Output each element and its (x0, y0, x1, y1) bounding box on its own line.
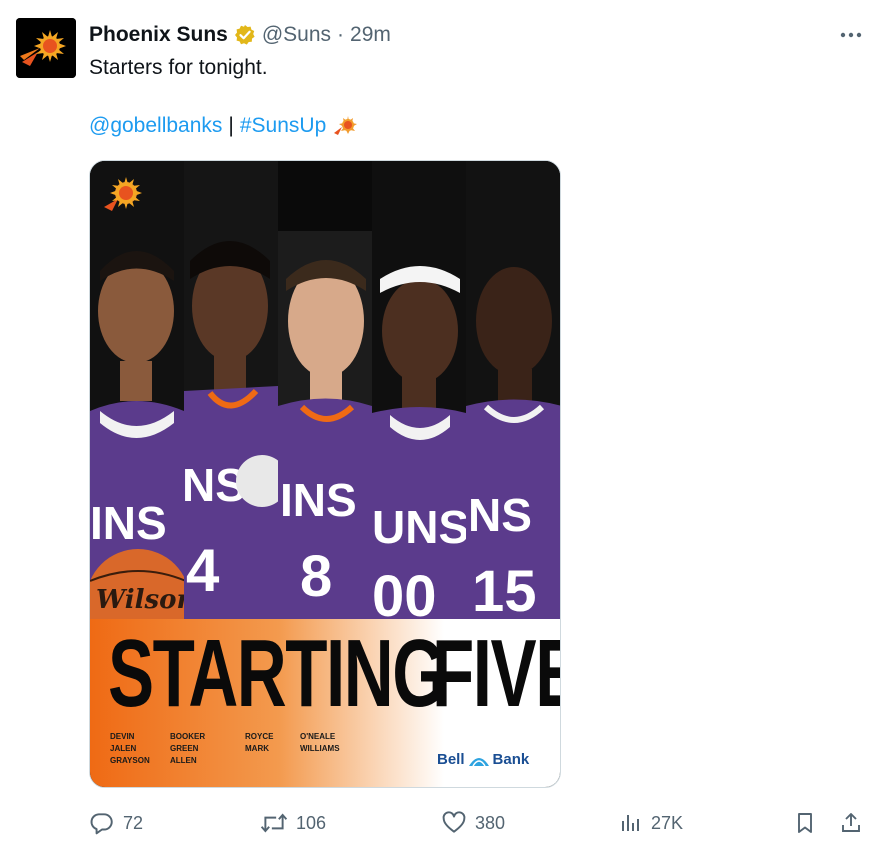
author-name[interactable]: Phoenix Suns (89, 23, 228, 47)
verified-badge-icon[interactable] (234, 24, 256, 46)
tweet-image[interactable]: INS Wilson NS 4 INS 8 UNS 00 NS 15 START… (89, 160, 561, 788)
repost-count: 106 (296, 812, 327, 833)
bell-bank-icon (468, 757, 489, 766)
tweet-header: Phoenix Suns @Suns · 29m (89, 20, 391, 50)
player-strip-4: UNS 00 (372, 161, 469, 619)
ball-brand-text: Wilson (96, 585, 195, 615)
name-line: MARK (245, 744, 269, 753)
views-icon (622, 815, 639, 831)
share-icon (842, 813, 860, 832)
hashtag-link[interactable]: #SunsUp (240, 114, 326, 138)
reply-icon (90, 813, 113, 835)
share-button[interactable] (839, 807, 863, 839)
player-names-1: DEVIN JALEN GRAYSON (110, 731, 150, 767)
player-strip-3: INS 8 (278, 231, 372, 619)
tweet-actions: 72 106 380 27K (89, 807, 869, 839)
jersey-text-3: INS (280, 474, 357, 526)
player-names-2: BOOKER GREEN ALLEN (170, 731, 205, 767)
author-handle[interactable]: @Suns (262, 23, 331, 47)
jersey-text-5: NS (468, 489, 532, 541)
suns-logo-icon (16, 18, 76, 78)
views-count: 27K (651, 812, 684, 833)
sponsor-bell: Bell (437, 751, 465, 768)
name-line: O'NEALE (300, 732, 336, 741)
reply-count: 72 (123, 812, 144, 833)
separator-dot: · (337, 23, 345, 46)
player-names-3: ROYCE MARK (245, 731, 273, 755)
like-button[interactable]: 380 (441, 807, 505, 839)
headline-starting: STARTING (108, 620, 446, 727)
name-line: GREEN (170, 744, 199, 753)
separator: | (228, 114, 234, 137)
profile-avatar[interactable] (16, 18, 76, 78)
player-names-4: O'NEALE WILLIAMS (300, 731, 340, 755)
player-strip-2: NS 4 (182, 161, 288, 619)
jersey-number-4: 00 (372, 564, 437, 619)
name-line: BOOKER (170, 732, 206, 741)
reply-button[interactable]: 72 (89, 807, 143, 839)
suns-hashflag-icon (334, 116, 358, 135)
like-count: 380 (475, 812, 506, 833)
bookmark-button[interactable] (793, 807, 817, 839)
name-line: ROYCE (245, 732, 274, 741)
like-icon (442, 811, 466, 833)
jersey-number-2: 4 (186, 537, 220, 604)
bookmark-icon (798, 813, 812, 833)
player-strip-1: INS Wilson (90, 161, 195, 619)
jersey-text-4: UNS (372, 501, 469, 553)
name-line: DEVIN (110, 732, 135, 741)
headline-five: FIVE (432, 620, 560, 727)
repost-icon (260, 813, 288, 833)
repost-button[interactable]: 106 (260, 807, 326, 839)
name-line: ALLEN (170, 756, 197, 765)
name-line: WILLIAMS (300, 744, 340, 753)
jersey-number-3: 8 (300, 544, 332, 609)
tweet-links: @gobellbanks | #SunsUp (89, 114, 358, 138)
views-button[interactable]: 27K (619, 807, 683, 839)
tweet-time[interactable]: 29m (350, 23, 391, 47)
sponsor-logo: Bell Bank (437, 751, 529, 768)
mention-link[interactable]: @gobellbanks (89, 114, 222, 138)
name-line: JALEN (110, 744, 137, 753)
jersey-text-1: INS (90, 497, 167, 549)
tweet-text: Starters for tonight. (89, 56, 268, 79)
name-line: GRAYSON (110, 756, 150, 765)
players-photo: INS Wilson NS 4 INS 8 UNS 00 NS 15 (90, 161, 560, 619)
player-strip-5: NS 15 (466, 161, 560, 619)
jersey-number-5: 15 (472, 559, 537, 619)
sponsor-bank: Bank (492, 751, 530, 768)
more-icon[interactable] (838, 22, 864, 48)
